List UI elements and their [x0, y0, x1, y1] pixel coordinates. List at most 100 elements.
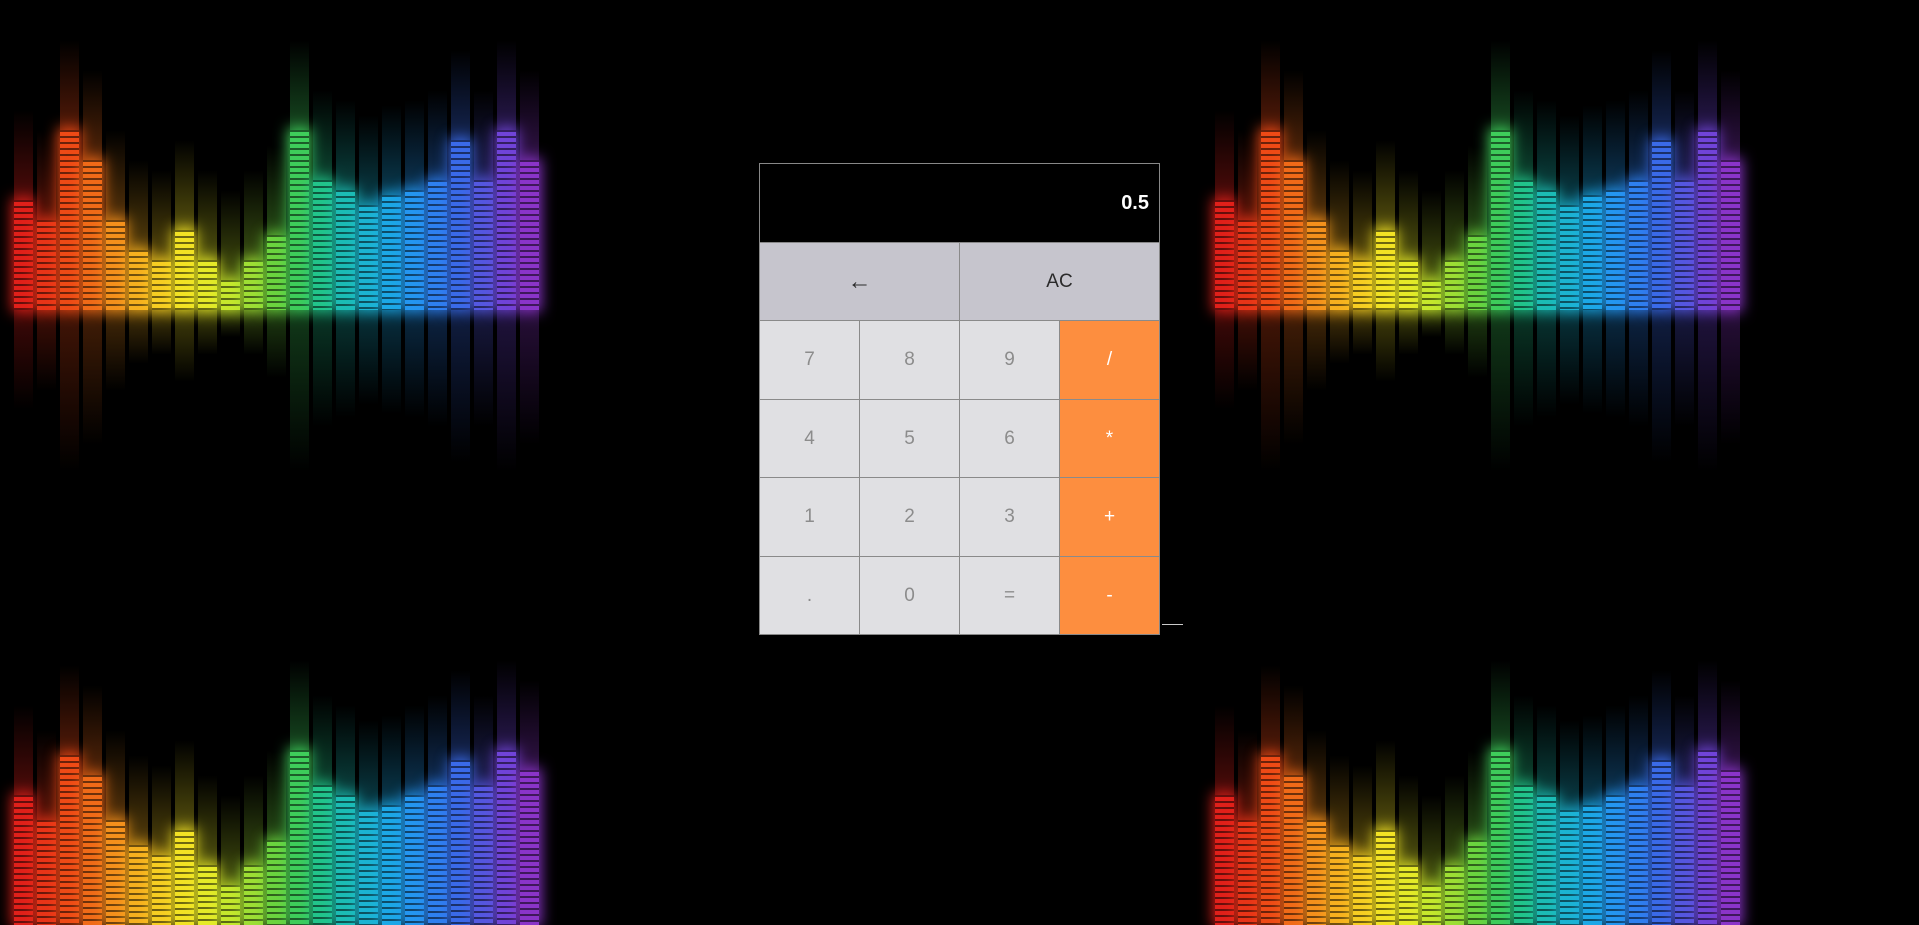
equalizer-bar	[1330, 310, 1349, 364]
equalizer-bar	[382, 105, 401, 310]
credit-watermark: ▬▬▬▬▬▬▬	[1162, 622, 1183, 626]
equalizer-bar	[198, 775, 217, 925]
equalizer-bar	[1560, 310, 1579, 405]
equalizer-bar	[1261, 665, 1280, 925]
equalizer-bar	[1537, 100, 1556, 310]
digit-1-button[interactable]: 1	[760, 478, 860, 557]
equalizer-bar	[14, 310, 33, 409]
equalizer-top-right	[1215, 40, 1740, 310]
equalizer-bar	[1514, 90, 1533, 310]
equalizer-bar	[520, 680, 539, 925]
equalizer-bar	[1330, 160, 1349, 310]
equalizer-bar	[60, 665, 79, 925]
equalizer-bar	[1606, 100, 1625, 310]
equalizer-bar	[152, 765, 171, 925]
equals-button[interactable]: =	[960, 557, 1060, 634]
equalizer-bar	[198, 310, 217, 355]
equalizer-bar	[1445, 310, 1464, 355]
equalizer-bar	[175, 140, 194, 310]
equalizer-bar	[1491, 660, 1510, 925]
equalizer-bar	[313, 90, 332, 310]
equalizer-bar	[1652, 50, 1671, 310]
digit-3-button[interactable]: 3	[960, 478, 1060, 557]
equalizer-bar	[1238, 310, 1257, 391]
equalizer-bar	[1468, 310, 1487, 378]
equalizer-bar	[1675, 90, 1694, 310]
equalizer-bar	[451, 670, 470, 925]
equalizer-bar	[1422, 190, 1441, 310]
equalizer-bar	[359, 115, 378, 310]
equalizer-bar	[428, 695, 447, 925]
equalizer-bar	[1399, 170, 1418, 310]
equalizer-bar	[1422, 310, 1441, 337]
equalizer-bar	[37, 310, 56, 391]
equalizer-bar	[1307, 130, 1326, 310]
equalizer-bar	[244, 310, 263, 355]
digit-6-button[interactable]: 6	[960, 400, 1060, 478]
decimal-button[interactable]: .	[760, 557, 860, 634]
equalizer-bar	[1238, 130, 1257, 310]
equalizer-bar	[1376, 740, 1395, 925]
equalizer-bar	[1307, 310, 1326, 391]
equalizer-bar	[60, 40, 79, 310]
digit-8-button[interactable]: 8	[860, 321, 960, 400]
equalizer-bar	[106, 130, 125, 310]
equalizer-bar	[497, 660, 516, 925]
clear-button[interactable]: AC	[960, 243, 1159, 321]
equalizer-bar	[1376, 310, 1395, 382]
equalizer-bar	[1376, 140, 1395, 310]
digit-0-button[interactable]: 0	[860, 557, 960, 634]
equalizer-bar	[1399, 775, 1418, 925]
equalizer-reflection-left	[14, 310, 539, 510]
equalizer-bar	[106, 730, 125, 925]
equalizer-bar	[1399, 310, 1418, 355]
equalizer-bar	[1675, 695, 1694, 925]
equalizer-bar	[1629, 695, 1648, 925]
calculator-display: 0.5	[760, 164, 1159, 243]
equalizer-bar	[106, 310, 125, 391]
equalizer-bar	[1468, 750, 1487, 925]
backspace-button[interactable]: ←	[760, 243, 960, 321]
equalizer-bar	[474, 310, 493, 427]
equalizer-bar	[221, 310, 240, 337]
add-button[interactable]: +	[1060, 478, 1159, 557]
equalizer-bar	[1560, 115, 1579, 310]
equalizer-bar	[267, 310, 286, 378]
equalizer-bar	[152, 310, 171, 355]
divide-button[interactable]: /	[1060, 321, 1159, 400]
equalizer-bar	[14, 705, 33, 925]
equalizer-top-left	[14, 40, 539, 310]
equalizer-bar	[267, 750, 286, 925]
equalizer-bar	[1606, 705, 1625, 925]
equalizer-bar	[1491, 40, 1510, 310]
equalizer-bar	[1721, 70, 1740, 310]
equalizer-bar	[244, 170, 263, 310]
equalizer-bar	[497, 310, 516, 472]
digit-4-button[interactable]: 4	[760, 400, 860, 478]
equalizer-bar	[1698, 310, 1717, 472]
equalizer-bar	[152, 170, 171, 310]
equalizer-bar	[290, 660, 309, 925]
equalizer-bar	[1721, 680, 1740, 925]
equalizer-bar	[1445, 170, 1464, 310]
equalizer-bar	[1215, 110, 1234, 310]
digit-7-button[interactable]: 7	[760, 321, 860, 400]
multiply-button[interactable]: *	[1060, 400, 1159, 478]
equalizer-bar	[1261, 310, 1280, 472]
digit-2-button[interactable]: 2	[860, 478, 960, 557]
equalizer-bar	[221, 795, 240, 925]
equalizer-bar	[1445, 775, 1464, 925]
equalizer-bar	[1307, 730, 1326, 925]
equalizer-bar	[1468, 145, 1487, 310]
equalizer-bar	[520, 70, 539, 310]
equalizer-bar	[221, 190, 240, 310]
equalizer-bar	[1238, 730, 1257, 925]
equalizer-bar	[1284, 685, 1303, 925]
equalizer-bar	[1353, 310, 1372, 355]
digit-5-button[interactable]: 5	[860, 400, 960, 478]
subtract-button[interactable]: -	[1060, 557, 1159, 634]
equalizer-bar	[474, 695, 493, 925]
equalizer-bar	[1698, 660, 1717, 925]
equalizer-bar	[382, 310, 401, 414]
digit-9-button[interactable]: 9	[960, 321, 1060, 400]
